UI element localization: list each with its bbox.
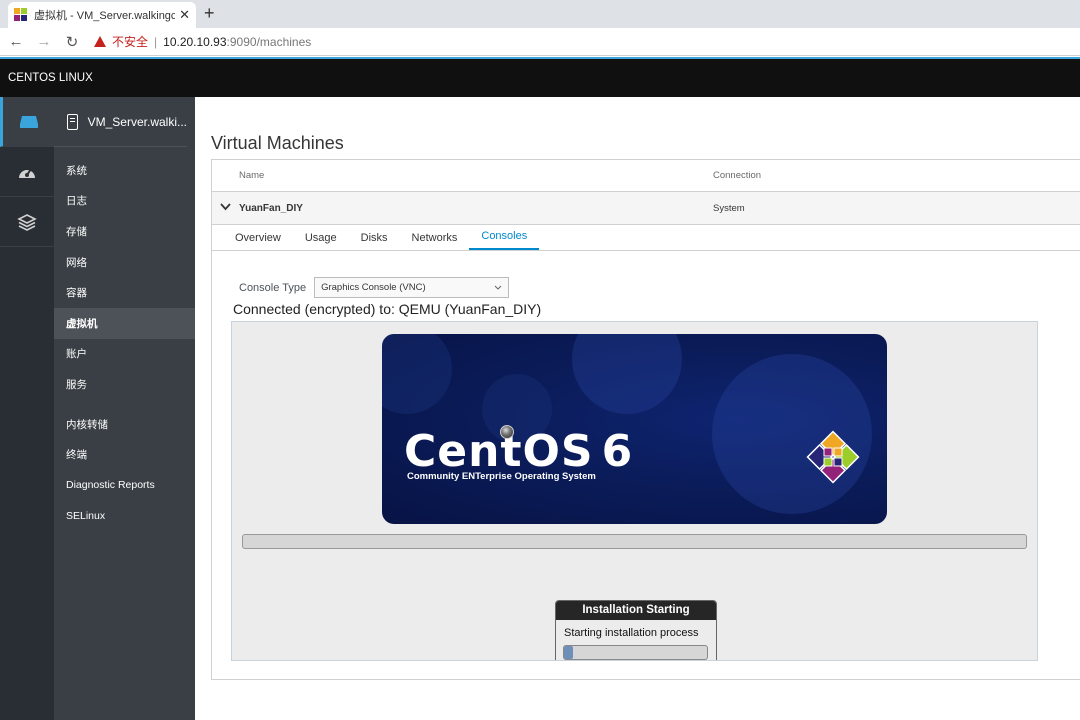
- security-indicator[interactable]: 不安全: [94, 33, 148, 50]
- console-type-value: Graphics Console (VNC): [321, 282, 426, 293]
- console-type-select[interactable]: Graphics Console (VNC): [314, 277, 510, 298]
- sidebar-item-containers[interactable]: 容器: [54, 277, 195, 308]
- url-host: 10.20.10.93: [163, 34, 227, 49]
- dialog-message: Starting installation process: [564, 627, 699, 639]
- chevron-down-icon: [494, 285, 502, 290]
- layers-icon: [17, 213, 37, 231]
- main-content: Virtual Machines Name Connection YuanFan…: [195, 97, 1080, 720]
- sidebar-item-logs[interactable]: 日志: [54, 186, 195, 217]
- address-separator: |: [154, 34, 158, 49]
- console-type-label: Console Type: [239, 281, 307, 294]
- sidebar: VM_Server.walki... 系统 日志 存储 网络 容器 虚拟机 账户…: [54, 97, 195, 720]
- tab-overview[interactable]: Overview: [223, 232, 293, 250]
- centos-splash-banner: CentOS 6 Community ENTerprise Operating S…: [382, 334, 887, 524]
- tab-consoles[interactable]: Consoles: [469, 230, 540, 250]
- address-bar: ← → ↻ 不安全 | 10.20.10.93:9090/machines: [0, 28, 1080, 56]
- centos-logo-text: CentOS 6: [404, 426, 634, 477]
- close-tab-icon[interactable]: ✕: [179, 7, 190, 23]
- browser-tab-strip: 虚拟机 - VM_Server.walkingclo ✕ +: [0, 0, 1080, 28]
- sidebar-nav: 系统 日志 存储 网络 容器 虚拟机 账户 服务 内核转储 终端 Diagnos…: [54, 155, 195, 531]
- column-header-name: Name: [239, 170, 265, 181]
- reload-button[interactable]: ↻: [60, 33, 84, 51]
- sidebar-item-kdump[interactable]: 内核转储: [54, 409, 195, 440]
- security-label: 不安全: [112, 35, 149, 49]
- connection-status: Connected (encrypted) to: QEMU (YuanFan_…: [233, 301, 542, 317]
- warning-icon: [94, 36, 106, 47]
- sidebar-item-accounts[interactable]: 账户: [54, 339, 195, 370]
- forward-button[interactable]: →: [32, 33, 56, 50]
- installation-progress-fill: [564, 646, 573, 659]
- sidebar-item-services[interactable]: 服务: [54, 369, 195, 400]
- tab-usage[interactable]: Usage: [293, 232, 349, 250]
- tab-disks[interactable]: Disks: [349, 232, 400, 250]
- page-title: Virtual Machines: [211, 133, 344, 153]
- sidebar-item-storage[interactable]: 存储: [54, 216, 195, 247]
- sidebar-item-system[interactable]: 系统: [54, 155, 195, 186]
- browser-tab[interactable]: 虚拟机 - VM_Server.walkingclo ✕: [8, 2, 196, 28]
- vm-row[interactable]: YuanFan_DIY System: [212, 192, 1080, 225]
- centos-pinwheel-icon: [806, 430, 860, 484]
- vm-connection: System: [713, 202, 745, 214]
- sidebar-item-diagnostic-reports[interactable]: Diagnostic Reports: [54, 470, 195, 501]
- brand-title: CENTOS LINUX: [8, 72, 93, 84]
- installation-dialog: Installation Starting Starting installat…: [555, 600, 717, 660]
- host-name: VM_Server.walki...: [87, 114, 187, 129]
- tab-networks[interactable]: Networks: [400, 232, 470, 250]
- sidebar-item-selinux[interactable]: SELinux: [54, 501, 195, 532]
- favicon-icon: [14, 8, 28, 22]
- document-icon: [67, 113, 78, 130]
- url-path: :9090/machines: [226, 34, 312, 49]
- rail-dashboard[interactable]: [0, 147, 54, 197]
- column-header-connection: Connection: [713, 170, 762, 181]
- vm-list-panel: Name Connection YuanFan_DIY System Overv…: [211, 159, 1080, 680]
- sidebar-item-terminal[interactable]: 终端: [54, 439, 195, 470]
- new-tab-button[interactable]: +: [204, 3, 215, 24]
- rail-applications[interactable]: [0, 197, 54, 247]
- url-field[interactable]: 10.20.10.93:9090/machines: [163, 35, 311, 49]
- app-header: CENTOS LINUX: [0, 57, 1080, 97]
- sidebar-item-virtual-machines[interactable]: 虚拟机: [54, 307, 195, 339]
- centos-logo-subtitle: Community ENTerprise Operating System: [407, 471, 596, 482]
- back-button[interactable]: ←: [4, 33, 28, 50]
- mouse-cursor-icon: [500, 425, 514, 439]
- browser-tab-title: 虚拟机 - VM_Server.walkingclo: [34, 10, 176, 22]
- chevron-down-icon[interactable]: [212, 202, 239, 214]
- table-header: Name Connection: [212, 160, 1080, 192]
- vm-name: YuanFan_DIY: [239, 202, 303, 214]
- rail-hosts[interactable]: [0, 97, 54, 147]
- installation-progress-bar: [563, 645, 708, 660]
- dashboard-icon: [19, 167, 35, 178]
- splash-progress-bar: [242, 534, 1027, 549]
- server-icon: [19, 115, 38, 128]
- host-selector[interactable]: VM_Server.walki...: [54, 97, 187, 147]
- sidebar-item-networking[interactable]: 网络: [54, 247, 195, 278]
- vm-tabs: Overview Usage Disks Networks Consoles: [212, 225, 1080, 251]
- dialog-title: Installation Starting: [556, 601, 716, 620]
- vnc-console-screen[interactable]: CentOS 6 Community ENTerprise Operating S…: [231, 321, 1038, 661]
- console-type-row: Console Type Graphics Console (VNC): [239, 277, 510, 298]
- host-rail: [0, 97, 54, 720]
